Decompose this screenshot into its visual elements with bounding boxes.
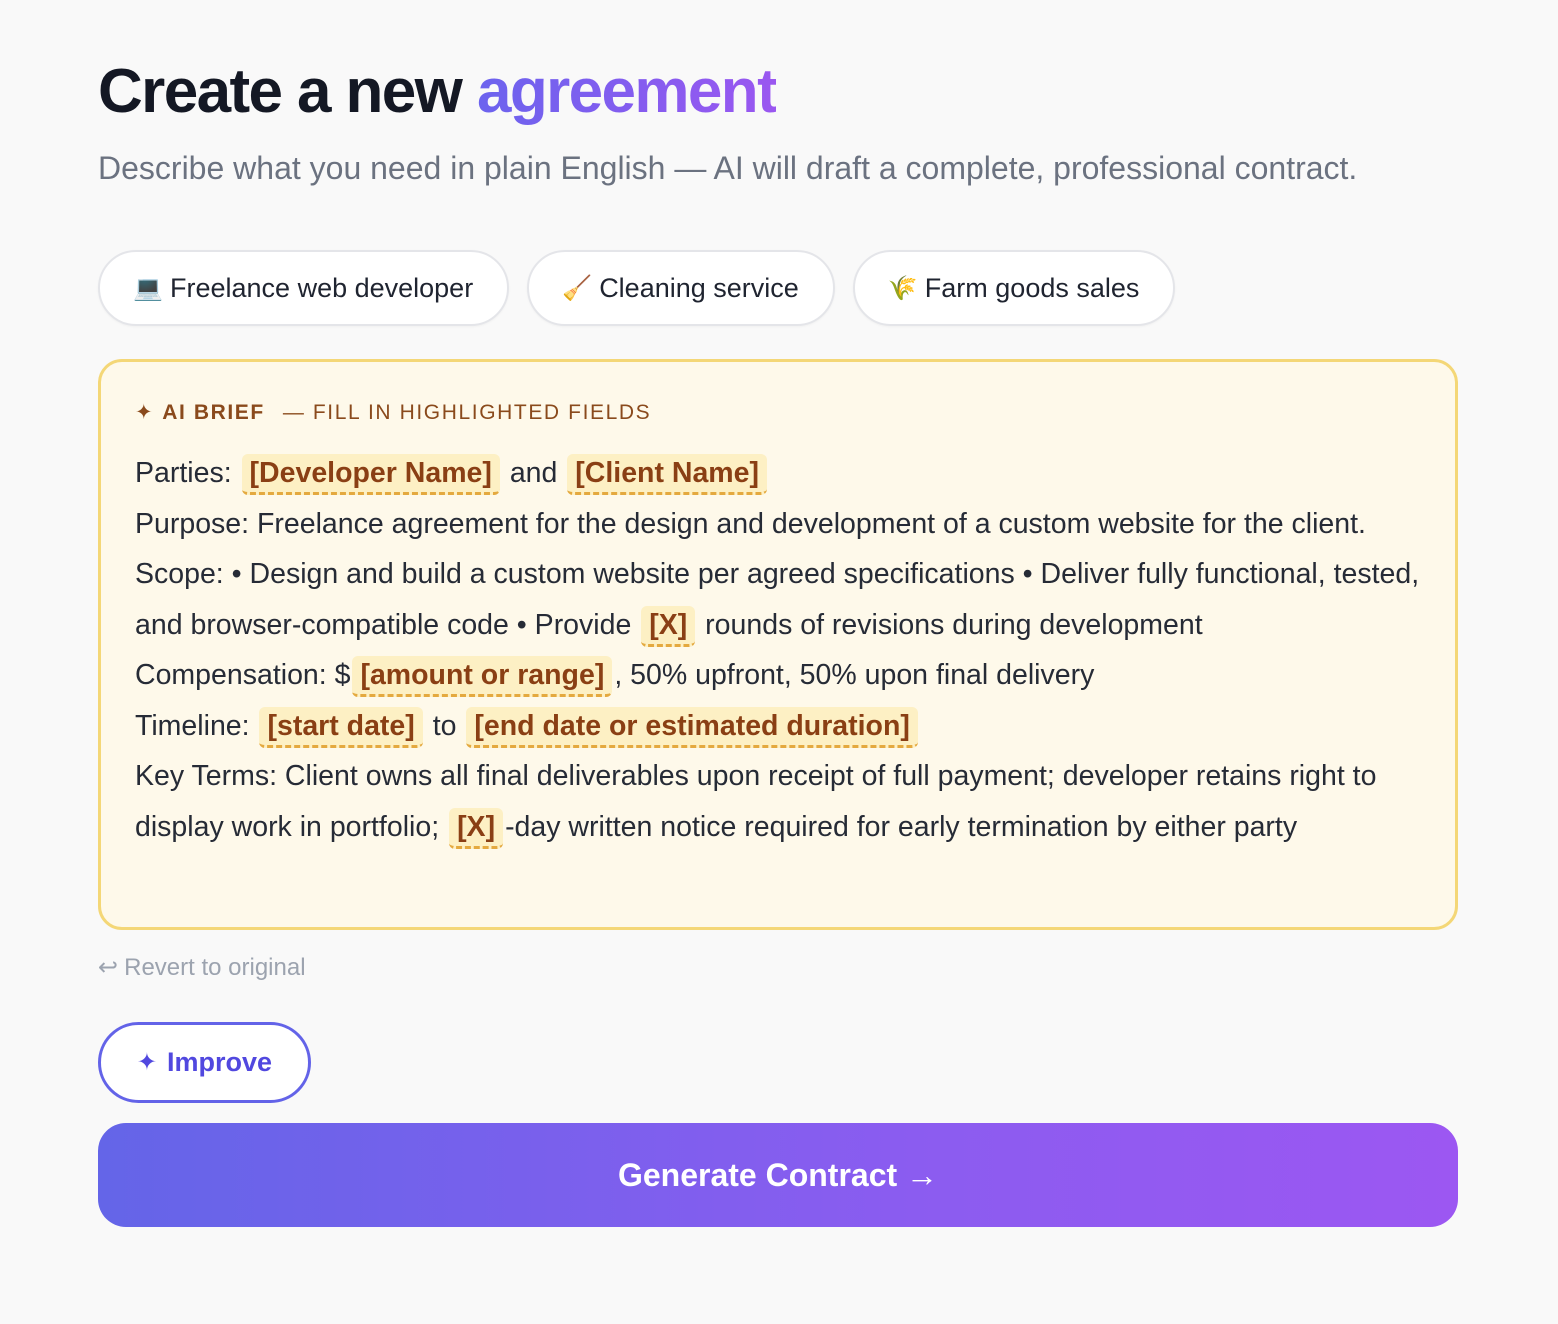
wheat-icon: 🌾	[887, 274, 918, 302]
chip-freelance-web-developer[interactable]: 💻 Freelance web developer	[98, 250, 510, 326]
undo-arrow-icon: ↩	[98, 954, 119, 981]
page-subtitle: Describe what you need in plain English …	[98, 150, 1358, 186]
chip-label: Freelance web developer	[170, 272, 474, 303]
sparkle-icon: ✦	[136, 1049, 158, 1076]
create-agreement-page: Create a new agreement Describe what you…	[0, 0, 1558, 1324]
brief-scope-line: Scope: • Design and build a custom websi…	[135, 549, 1421, 650]
page-title: Create a new agreement	[98, 52, 778, 132]
placeholder-notice-days[interactable]: [X]	[449, 807, 504, 849]
page-title-accent: agreement	[476, 57, 778, 126]
parties-and: and	[509, 457, 558, 489]
laptop-icon: 💻	[133, 274, 163, 302]
timeline-to: to	[432, 709, 457, 742]
placeholder-developer-name[interactable]: [Developer Name]	[241, 454, 500, 495]
parties-label: Parties:	[135, 457, 232, 489]
brief-body: Parties: [Developer Name] and [Client Na…	[135, 448, 1421, 852]
chip-label: Farm goods sales	[924, 272, 1140, 303]
brief-compensation-line: Compensation: $ [amount or range], 50% up…	[135, 650, 1421, 701]
brief-key-terms-line: Key Terms: Client owns all final deliver…	[135, 751, 1421, 852]
placeholder-end-date[interactable]: [end date or estimated duration]	[466, 706, 918, 748]
placeholder-amount[interactable]: [amount or range]	[352, 656, 613, 697]
chip-farm-goods-sales[interactable]: 🌾 Farm goods sales	[852, 250, 1176, 326]
ai-brief-editor[interactable]: ✦ AI BRIEF — FILL IN HIGHLIGHTED FIELDS …	[98, 359, 1458, 930]
placeholder-revisions[interactable]: [X]	[641, 605, 696, 647]
brief-parties-line: Parties: [Developer Name] and [Client Na…	[135, 448, 1421, 499]
broom-icon: 🧹	[562, 274, 593, 302]
brief-tag: AI BRIEF	[162, 401, 265, 424]
brief-note: — FILL IN HIGHLIGHTED FIELDS	[282, 401, 652, 424]
placeholder-start-date[interactable]: [start date]	[259, 706, 423, 748]
brief-timeline-line: Timeline: [start date] to [end date or e…	[135, 701, 1421, 752]
sparkle-icon: ✦	[135, 401, 155, 424]
improve-label: Improve	[167, 1047, 273, 1077]
key-terms-text-after: -day written notice required for early t…	[505, 810, 1298, 843]
generate-label: Generate Contract →	[617, 1156, 939, 1193]
compensation-label: Compensation: $	[135, 659, 351, 691]
revert-label: Revert to original	[124, 954, 306, 981]
generate-contract-button[interactable]: Generate Contract →	[98, 1123, 1458, 1227]
page-title-prefix: Create a new	[98, 57, 463, 126]
placeholder-client-name[interactable]: [Client Name]	[567, 454, 767, 495]
chip-cleaning-service[interactable]: 🧹 Cleaning service	[527, 250, 835, 326]
timeline-label: Timeline:	[135, 709, 250, 742]
brief-header: ✦ AI BRIEF — FILL IN HIGHLIGHTED FIELDS	[135, 398, 1421, 428]
improve-button[interactable]: ✦ Improve	[98, 1022, 311, 1103]
revert-to-original-link[interactable]: ↩ Revert to original	[98, 950, 306, 986]
compensation-text-after: , 50% upfront, 50% upon final delivery	[614, 659, 1095, 691]
chip-label: Cleaning service	[599, 272, 799, 303]
template-chips: 💻 Freelance web developer 🧹 Cleaning ser…	[98, 250, 1176, 326]
brief-purpose-line: Purpose: Freelance agreement for the des…	[135, 507, 1366, 540]
scope-text-after: rounds of revisions during development	[705, 608, 1203, 641]
